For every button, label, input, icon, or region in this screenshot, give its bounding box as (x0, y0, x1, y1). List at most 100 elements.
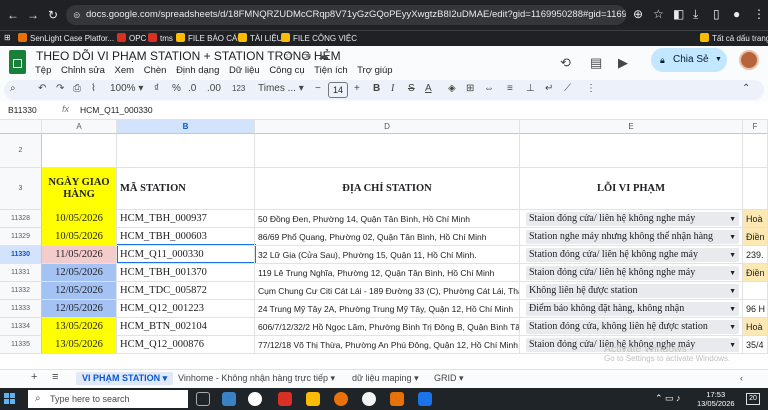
column-header-d[interactable]: D (255, 120, 520, 134)
task-view-icon[interactable] (196, 392, 210, 406)
text-wrap-icon[interactable]: ↵ (545, 83, 553, 94)
system-tray-icons[interactable]: ⌃ ▭ ♪ (655, 393, 681, 404)
address-cell[interactable]: 606/7/12/32/2 Hồ Ngọc Lãm, Phường Bình T… (255, 318, 520, 336)
tab-vi-pham-station[interactable]: VI PHẠM STATION ▾ (76, 372, 174, 385)
forward-icon[interactable]: → (26, 8, 40, 22)
blank-cell[interactable] (255, 134, 520, 168)
dropdown-arrow-icon[interactable]: ▼ (729, 266, 736, 280)
extra-cell[interactable] (743, 282, 768, 300)
column-header-f[interactable]: F (743, 120, 768, 134)
bold-button[interactable]: B (373, 83, 380, 94)
formula-input[interactable]: HCM_Q11_000330 (80, 105, 153, 115)
fill-color-icon[interactable]: ◈ (448, 83, 456, 94)
download-icon[interactable]: ⤓ (693, 7, 698, 22)
row-header[interactable]: 11330 (0, 246, 42, 264)
date-cell[interactable]: 10/05/2026 (42, 228, 117, 246)
strikethrough-button[interactable]: S (408, 83, 415, 94)
extra-cell[interactable]: 35/4 (743, 336, 768, 354)
decrease-decimal-button[interactable]: .0 (188, 83, 196, 94)
dropdown-arrow-icon[interactable]: ▼ (729, 248, 736, 262)
taskbar-app-icon[interactable] (222, 392, 236, 406)
merge-cells-icon[interactable]: ⇔ (484, 83, 494, 94)
header-violation[interactable]: LỖI VI PHẠM (520, 168, 743, 210)
menu-file[interactable]: Tệp (35, 65, 51, 76)
taskbar-clock[interactable]: 17:53 13/05/2026 (697, 390, 735, 408)
address-cell[interactable]: Cụm Chung Cư Citi Cát Lái - 189 Đường 33… (255, 282, 520, 300)
row-header[interactable]: 3 (0, 168, 42, 210)
all-sheets-icon[interactable]: ≡ (52, 371, 58, 383)
row-header[interactable]: 11332 (0, 282, 42, 300)
row-header[interactable]: 2 (0, 134, 42, 168)
spreadsheet-grid[interactable]: A B D E F 2 3 NGÀY GIAO HÀNG MÃ STATION … (0, 120, 768, 369)
violation-dropdown-chip[interactable]: Staion đóng cửa/ liên hệ không nghe máy ▼ (526, 266, 739, 280)
taskbar-app-icon[interactable] (278, 392, 292, 406)
menu-view[interactable]: Xem (115, 65, 135, 76)
violation-dropdown-chip[interactable]: Station nghe máy nhưng không thể nhận hà… (526, 230, 739, 244)
date-cell[interactable]: 11/05/2026 (42, 246, 117, 264)
number-format-button[interactable]: 123 (232, 84, 245, 93)
document-title[interactable]: THEO DÕI VI PHẠM STATION + STATION TRONG… (36, 49, 341, 63)
text-color-button[interactable]: A (425, 83, 432, 94)
meet-icon[interactable]: ▶ (618, 55, 628, 71)
header-date[interactable]: NGÀY GIAO HÀNG (42, 168, 117, 210)
violation-dropdown-chip[interactable]: Station đóng cửa/ liên hệ không nghe máy… (526, 248, 739, 262)
menu-edit[interactable]: Chỉnh sửa (61, 65, 105, 76)
violation-dropdown-chip[interactable]: Staion đóng cửa/ liên hệ không nghe máy ▼ (526, 212, 739, 226)
undo-icon[interactable]: ↶ (38, 83, 46, 94)
dropdown-arrow-icon[interactable]: ▼ (729, 212, 736, 226)
profile-icon[interactable]: ● (733, 7, 740, 21)
zoom-select[interactable]: 100% ▾ (110, 83, 143, 94)
address-cell[interactable]: 77/12/18 Võ Thị Thừa, Phường An Phú Đông… (255, 336, 520, 354)
extra-cell[interactable]: 96 H (743, 300, 768, 318)
bookmark-star-icon[interactable]: ☆ (653, 7, 664, 21)
decrease-font-icon[interactable]: − (315, 83, 321, 94)
select-all-corner[interactable] (0, 120, 42, 134)
column-header-a[interactable]: A (42, 120, 117, 134)
move-folder-icon[interactable]: ▭ (301, 49, 311, 62)
column-header-b[interactable]: B (117, 120, 255, 134)
dropdown-arrow-icon[interactable]: ▼ (729, 302, 736, 316)
row-header[interactable]: 11328 (0, 210, 42, 228)
chevron-down-icon[interactable]: ▼ (715, 48, 722, 72)
side-panel-icon[interactable]: ▯ (713, 7, 720, 21)
italic-button[interactable]: I (391, 83, 394, 94)
cloud-status-icon[interactable]: ☁ (318, 49, 329, 62)
station-cell[interactable]: HCM_Q12_001223 (117, 300, 255, 318)
history-icon[interactable]: ⟲ (560, 55, 571, 71)
row-header[interactable]: 11331 (0, 264, 42, 282)
blank-cell[interactable] (743, 134, 768, 168)
address-cell[interactable]: 119 Lê Trung Nghĩa, Phường 12, Quận Tân … (255, 264, 520, 282)
menu-tools[interactable]: Công cụ (269, 65, 304, 76)
tab-grid[interactable]: GRID ▾ (434, 373, 464, 384)
extensions-icon[interactable]: ◧ (673, 7, 684, 21)
address-cell[interactable]: 86/69 Phổ Quang, Phường 02, Quận Tân Bìn… (255, 228, 520, 246)
station-cell[interactable]: HCM_TBH_000937 (117, 210, 255, 228)
translate-icon[interactable]: ⊕ (633, 7, 643, 21)
dropdown-arrow-icon[interactable]: ▼ (729, 284, 736, 298)
extra-cell[interactable]: 239. (743, 246, 768, 264)
comment-icon[interactable]: ▤ (590, 55, 602, 71)
site-info-icon[interactable]: ⊜ (73, 5, 81, 25)
bookmark-tms[interactable]: tms (148, 33, 173, 43)
star-icon[interactable]: ☆ (284, 49, 294, 62)
violation-cell[interactable]: Staion đóng cửa/ liên hệ không nghe máy ▼ (520, 264, 743, 282)
taskbar-app-icon[interactable] (334, 392, 348, 406)
row-header[interactable]: 11333 (0, 300, 42, 318)
date-cell[interactable]: 12/05/2026 (42, 300, 117, 318)
taskbar-app-icon[interactable] (418, 392, 432, 406)
violation-cell[interactable]: Station nghe máy nhưng không thể nhận hà… (520, 228, 743, 246)
more-tools-icon[interactable]: ⋮ (586, 83, 596, 94)
station-cell[interactable]: HCM_Q11_000330 (117, 246, 255, 264)
header-station[interactable]: MÃ STATION (117, 168, 255, 210)
collapse-toolbar-icon[interactable]: ⌃ (742, 83, 750, 94)
menu-data[interactable]: Dữ liệu (229, 65, 260, 76)
taskbar-app-icon[interactable] (390, 392, 404, 406)
menu-format[interactable]: Định dạng (176, 65, 219, 76)
column-header-e[interactable]: E (520, 120, 743, 134)
tab-vinhome[interactable]: Vinhome - Không nhận hàng trực tiếp ▾ (178, 373, 335, 384)
violation-cell[interactable]: Điểm báo không đặt hàng, không nhận ▼ (520, 300, 743, 318)
menu-extensions[interactable]: Tiện ích (314, 65, 347, 76)
extra-cell[interactable]: Hoà (743, 318, 768, 336)
align-horizontal-icon[interactable]: ≡ (507, 83, 513, 94)
percent-button[interactable]: % (172, 83, 181, 94)
